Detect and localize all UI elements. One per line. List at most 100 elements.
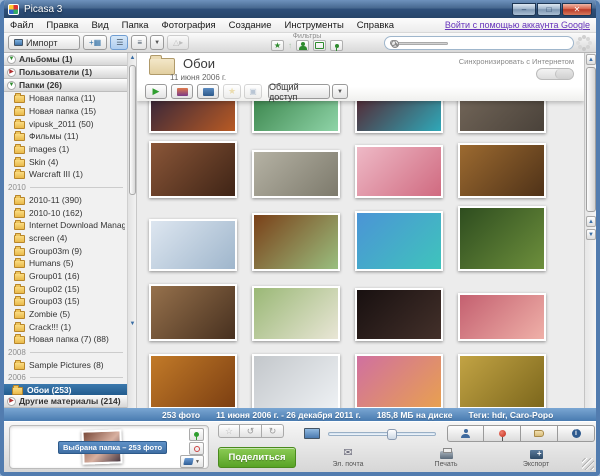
menu-item-4[interactable]: Фотография xyxy=(162,20,216,31)
resize-grip[interactable] xyxy=(582,458,594,470)
menu-item-0[interactable]: Файл xyxy=(10,20,33,31)
hold-pin-button[interactable] xyxy=(189,428,204,441)
winter-bird-thumbnail[interactable] xyxy=(252,354,340,408)
folder-item[interactable]: 2010-11 (390) xyxy=(4,194,127,207)
sidebar-section-folders[interactable]: ▼ Папки (26) xyxy=(4,79,127,92)
menu-item-1[interactable]: Правка xyxy=(46,20,78,31)
love-hearts-thumbnail[interactable] xyxy=(355,354,443,408)
folder-item[interactable]: Фильмы (11) xyxy=(4,130,127,143)
sidebar-scrollbar[interactable]: ▲ ▼ xyxy=(128,53,137,408)
sidebar-scroll-thumb[interactable] xyxy=(129,65,136,195)
menu-item-3[interactable]: Папка xyxy=(122,20,149,31)
menu-item-6[interactable]: Инструменты xyxy=(285,20,344,31)
properties-panel-button[interactable]: i xyxy=(558,425,595,442)
finger-faces-thumbnail[interactable] xyxy=(458,293,546,341)
view-options-dropdown[interactable]: ▼ xyxy=(150,35,164,50)
folder-item[interactable]: Group02 (15) xyxy=(4,282,127,295)
google-signin-link[interactable]: Войти с помощью аккаунта Google xyxy=(445,20,590,30)
ships-painting-thumbnail[interactable] xyxy=(252,150,340,198)
star-toggle-button[interactable]: ☆ xyxy=(218,424,240,438)
slideshow-play-button[interactable]: ▶ xyxy=(145,84,167,99)
maximize-button[interactable]: □ xyxy=(537,3,561,16)
scroll-jump-up-button[interactable]: ▲ xyxy=(586,216,596,227)
filter-date-slider[interactable] xyxy=(392,42,448,45)
folder-item[interactable]: Warcraft III (1) xyxy=(4,168,127,181)
blonde-on-table-thumbnail[interactable] xyxy=(458,143,546,198)
star-anise-cup-thumbnail[interactable] xyxy=(149,354,237,408)
girl-pink-bed-thumbnail[interactable] xyxy=(355,145,443,198)
size-slider-knob[interactable] xyxy=(387,429,397,440)
sync-toggle[interactable] xyxy=(536,68,574,80)
share-access-button[interactable]: Общий доступ xyxy=(268,84,330,99)
add-album-button[interactable]: +▦ xyxy=(83,35,107,50)
folder-item[interactable]: Skin (4) xyxy=(4,155,127,168)
email-action[interactable]: ✉ Эл. почта xyxy=(326,446,370,468)
mountain-lake-thumbnail[interactable] xyxy=(355,211,443,271)
ferret-hammock-thumbnail[interactable] xyxy=(458,354,546,408)
thumbnail-size-slider[interactable] xyxy=(328,432,436,436)
folder-item[interactable]: Internet Download Manager 6... xyxy=(4,219,127,232)
filter-geotag-button[interactable] xyxy=(330,40,343,51)
folder-item[interactable]: screen (4) xyxy=(4,232,127,245)
upload-button[interactable]: △▸ xyxy=(167,35,189,50)
sidebar-section-people[interactable]: ▶ Пользователи (1) xyxy=(4,66,127,79)
folder-item[interactable]: Crack!!! (1) xyxy=(4,320,127,333)
collapse-icon[interactable]: ▼ xyxy=(7,55,16,64)
folder-item[interactable]: Humans (5) xyxy=(4,257,127,270)
movie-button[interactable] xyxy=(171,84,193,99)
folder-item[interactable]: Новая папка (7) (88) xyxy=(4,333,127,346)
collapse-icon[interactable]: ▼ xyxy=(7,81,16,90)
selection-tray[interactable]: Выбрана папка – 253 фото ▼ xyxy=(9,425,209,469)
folder-item[interactable]: Group03m (9) xyxy=(4,244,127,257)
minimize-button[interactable]: – xyxy=(512,3,536,16)
rotate-left-button[interactable]: ↺ xyxy=(240,424,262,438)
import-button[interactable]: Импорт xyxy=(8,35,80,50)
folder-item[interactable]: Новая папка (11) xyxy=(4,92,127,105)
scroll-jump-down-button[interactable]: ▼ xyxy=(586,229,596,240)
rotate-right-button[interactable]: ↻ xyxy=(262,424,284,438)
tree-view-button[interactable]: ≡ xyxy=(131,35,147,50)
filter-starred-button[interactable]: ★ xyxy=(271,40,284,51)
filter-faces-button[interactable] xyxy=(296,40,309,51)
sidebar-section-other[interactable]: ▶ Другие материалы (214) xyxy=(4,395,127,408)
export-action[interactable]: Экспорт xyxy=(514,446,558,468)
lingerie-model-thumbnail[interactable] xyxy=(149,284,237,341)
add-to-album-button[interactable]: ▼ xyxy=(180,455,204,468)
places-panel-button[interactable] xyxy=(484,425,521,442)
menu-item-5[interactable]: Создание xyxy=(229,20,272,31)
expand-icon[interactable]: ▶ xyxy=(7,68,16,77)
folder-item-selected[interactable]: Обои (253) xyxy=(4,384,127,395)
menu-item-2[interactable]: Вид xyxy=(91,20,108,31)
sidebar-section-albums[interactable]: ▼ Альбомы (1) xyxy=(4,53,127,66)
collage-button[interactable] xyxy=(197,84,219,99)
menu-item-7[interactable]: Справка xyxy=(357,20,394,31)
filter-movies-button[interactable] xyxy=(313,40,326,51)
sync-toggle-on[interactable] xyxy=(555,69,574,79)
save-button[interactable]: ▣ xyxy=(244,84,262,99)
people-panel-button[interactable] xyxy=(447,425,484,442)
scroll-up-button[interactable]: ▲ xyxy=(586,54,596,65)
sync-toggle-off[interactable] xyxy=(537,69,555,79)
close-button[interactable]: ✕ xyxy=(562,3,592,16)
expand-icon[interactable]: ▶ xyxy=(7,397,16,406)
pirates-jungle-thumbnail[interactable] xyxy=(458,206,546,271)
share-access-dropdown[interactable]: ▼ xyxy=(332,84,348,99)
flat-view-button[interactable]: ☰ xyxy=(110,35,128,50)
print-action[interactable]: Печать xyxy=(424,446,468,468)
scroll-up-icon[interactable]: ▲ xyxy=(128,55,137,61)
folder-item[interactable]: images (1) xyxy=(4,143,127,156)
content-scroll-thumb[interactable] xyxy=(586,67,596,212)
chocolate-cake-thumbnail[interactable] xyxy=(252,213,340,271)
folder-item[interactable]: 2010-10 (162) xyxy=(4,206,127,219)
share-button[interactable]: Поделиться xyxy=(218,447,296,468)
filter-uploaded-icon[interactable]: ↑ xyxy=(288,41,292,50)
folder-item[interactable]: Новая папка (15) xyxy=(4,105,127,118)
dark-mouth-thumbnail[interactable] xyxy=(355,288,443,341)
clear-tray-button[interactable] xyxy=(189,442,204,455)
content-scrollbar[interactable]: ▲ ▲ ▼ xyxy=(584,53,596,408)
folder-item[interactable]: vipusk_2011 (50) xyxy=(4,117,127,130)
folder-item[interactable]: Group03 (15) xyxy=(4,295,127,308)
star-button[interactable]: ★ xyxy=(223,84,241,99)
folder-item[interactable]: Zombie (5) xyxy=(4,308,127,321)
tags-panel-button[interactable] xyxy=(521,425,558,442)
